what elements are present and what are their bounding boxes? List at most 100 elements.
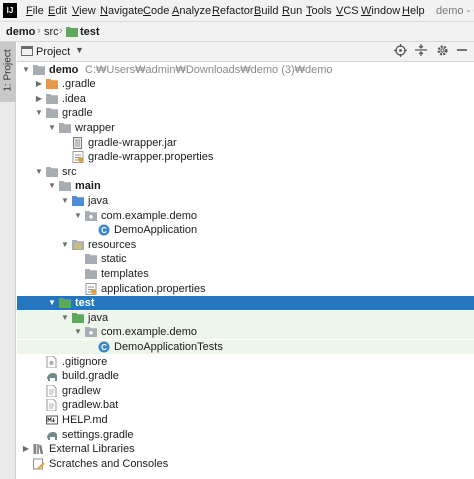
tree-row[interactable]: ▼ gradle	[17, 106, 474, 120]
tree-item-label: test	[75, 297, 95, 310]
tree-row[interactable]: ▼ main	[17, 179, 474, 193]
properties-file-icon	[72, 151, 84, 164]
tree-row[interactable]: ▶ .gradle	[17, 77, 474, 91]
menu-view[interactable]: View	[72, 5, 96, 17]
tree-row[interactable]: templates	[17, 267, 474, 281]
tree-row[interactable]: ▶ External Libraries	[17, 442, 474, 456]
folder-icon	[59, 122, 71, 134]
tree-row[interactable]: ▼ test	[17, 296, 474, 311]
jar-file-icon	[72, 136, 84, 149]
tree-item-label: src	[62, 165, 77, 178]
tree-row[interactable]: ▼ com.example.demo	[17, 209, 474, 223]
tree-row[interactable]: ▼ java	[17, 194, 474, 208]
gradle-file-icon	[46, 429, 58, 441]
menu-refactor[interactable]: Refactor	[212, 5, 254, 17]
project-side-tab-label: 1: Project	[2, 49, 14, 92]
tree-item-label: settings.gradle	[62, 428, 134, 441]
menu-analyze[interactable]: Analyze	[172, 5, 211, 17]
folder-icon	[46, 107, 58, 119]
tree-item-label: HELP.md	[62, 413, 108, 426]
chevron-right-icon[interactable]: ▶	[21, 442, 31, 456]
chevron-down-icon[interactable]: ▼	[21, 63, 31, 77]
text-file-icon	[46, 384, 58, 398]
chevron-down-icon[interactable]: ▼	[73, 325, 83, 339]
tree-row[interactable]: Scratches and Consoles	[17, 457, 474, 471]
menu-run[interactable]: Run	[282, 5, 302, 17]
tree-item-label: java	[88, 311, 109, 324]
tree-row[interactable]: ▼ resources	[17, 238, 474, 252]
chevron-down-icon[interactable]: ▼	[34, 165, 44, 179]
hide-panel-icon[interactable]	[454, 44, 470, 60]
tree-row[interactable]: gradle-wrapper.properties	[17, 150, 474, 164]
project-view-title[interactable]: Project	[36, 46, 70, 58]
tree-row[interactable]: HELP.md	[17, 413, 474, 427]
tree-row[interactable]: ▼ java	[17, 310, 474, 325]
tree-item-label: .gitignore	[62, 355, 108, 368]
libraries-icon	[33, 443, 45, 455]
tree-row[interactable]: settings.gradle	[17, 428, 474, 442]
class-icon: C	[98, 224, 110, 236]
chevron-right-icon: ›	[37, 25, 41, 37]
menu-vcs[interactable]: VCS	[336, 5, 359, 17]
project-tree: ▼ demo C:₩Users₩admin₩Downloads₩demo (3)₩d…	[17, 62, 474, 479]
svg-text:C: C	[101, 343, 107, 352]
folder-icon	[46, 93, 58, 105]
collapse-expand-icon[interactable]	[413, 44, 429, 60]
menu-file[interactable]: File	[26, 5, 44, 17]
tree-row[interactable]: ▼ demo C:₩Users₩admin₩Downloads₩demo (3)₩d…	[17, 63, 474, 77]
tree-row[interactable]: ▼ com.example.demo	[17, 325, 474, 340]
chevron-down-icon[interactable]: ▼	[73, 209, 83, 223]
svg-text:C: C	[101, 226, 107, 235]
breadcrumb-test[interactable]: test	[80, 26, 100, 38]
tree-item-label: gradle-wrapper.properties	[88, 151, 214, 164]
tree-row[interactable]: static	[17, 252, 474, 266]
scratches-icon	[33, 458, 45, 470]
tree-item-label: gradlew.bat	[62, 399, 119, 412]
chevron-right-icon[interactable]: ▶	[34, 77, 44, 91]
tree-row[interactable]: C DemoApplicationTests	[17, 339, 474, 354]
gradle-file-icon	[46, 370, 58, 382]
tree-row[interactable]: gradlew.bat	[17, 398, 474, 412]
gear-icon[interactable]	[434, 44, 450, 60]
breadcrumb-src[interactable]: src	[44, 26, 59, 38]
chevron-down-icon[interactable]: ▼	[47, 121, 57, 135]
tree-item-label: build.gradle	[62, 370, 119, 383]
tree-row[interactable]: gradlew	[17, 384, 474, 398]
project-view-icon	[21, 45, 33, 57]
tree-item-path: C:₩Users₩admin₩Downloads₩demo (3)₩demo	[85, 63, 333, 76]
excluded-folder-icon	[46, 78, 58, 90]
menu-code[interactable]: Code	[143, 5, 169, 17]
project-side-tab[interactable]: 1: Project	[0, 42, 16, 102]
breadcrumb-root[interactable]: demo	[6, 26, 35, 38]
chevron-down-icon[interactable]: ▼	[47, 296, 57, 310]
chevron-right-icon[interactable]: ▶	[34, 92, 44, 106]
tree-item-label: com.example.demo	[101, 209, 197, 222]
tree-item-label: application.properties	[101, 282, 206, 295]
menu-window[interactable]: Window	[361, 5, 400, 17]
class-icon: C	[98, 341, 110, 353]
chevron-down-icon[interactable]: ▼	[60, 311, 70, 325]
menu-edit[interactable]: Edit	[48, 5, 67, 17]
locate-file-icon[interactable]	[392, 44, 408, 60]
chevron-down-icon[interactable]: ▼	[75, 45, 84, 55]
tree-item-label: DemoApplicationTests	[114, 340, 223, 353]
chevron-down-icon[interactable]: ▼	[34, 106, 44, 120]
menu-help[interactable]: Help	[402, 5, 425, 17]
tree-item-label: wrapper	[75, 121, 115, 134]
chevron-down-icon[interactable]: ▼	[60, 238, 70, 252]
tree-row[interactable]: build.gradle	[17, 369, 474, 383]
tree-item-label: java	[88, 194, 109, 207]
menu-navigate[interactable]: Navigate	[100, 5, 143, 17]
tree-row[interactable]: ▶ .idea	[17, 92, 474, 106]
tree-row[interactable]: .gitignore	[17, 355, 474, 369]
menu-tools[interactable]: Tools	[306, 5, 332, 17]
folder-icon	[33, 64, 45, 76]
tree-row[interactable]: C DemoApplication	[17, 223, 474, 237]
menu-build[interactable]: Build	[254, 5, 278, 17]
tree-row[interactable]: ▼ wrapper	[17, 121, 474, 135]
chevron-down-icon[interactable]: ▼	[47, 179, 57, 193]
chevron-down-icon[interactable]: ▼	[60, 194, 70, 208]
tree-row[interactable]: ▼ src	[17, 165, 474, 179]
tree-row[interactable]: application.properties	[17, 282, 474, 296]
tree-row[interactable]: gradle-wrapper.jar	[17, 136, 474, 150]
